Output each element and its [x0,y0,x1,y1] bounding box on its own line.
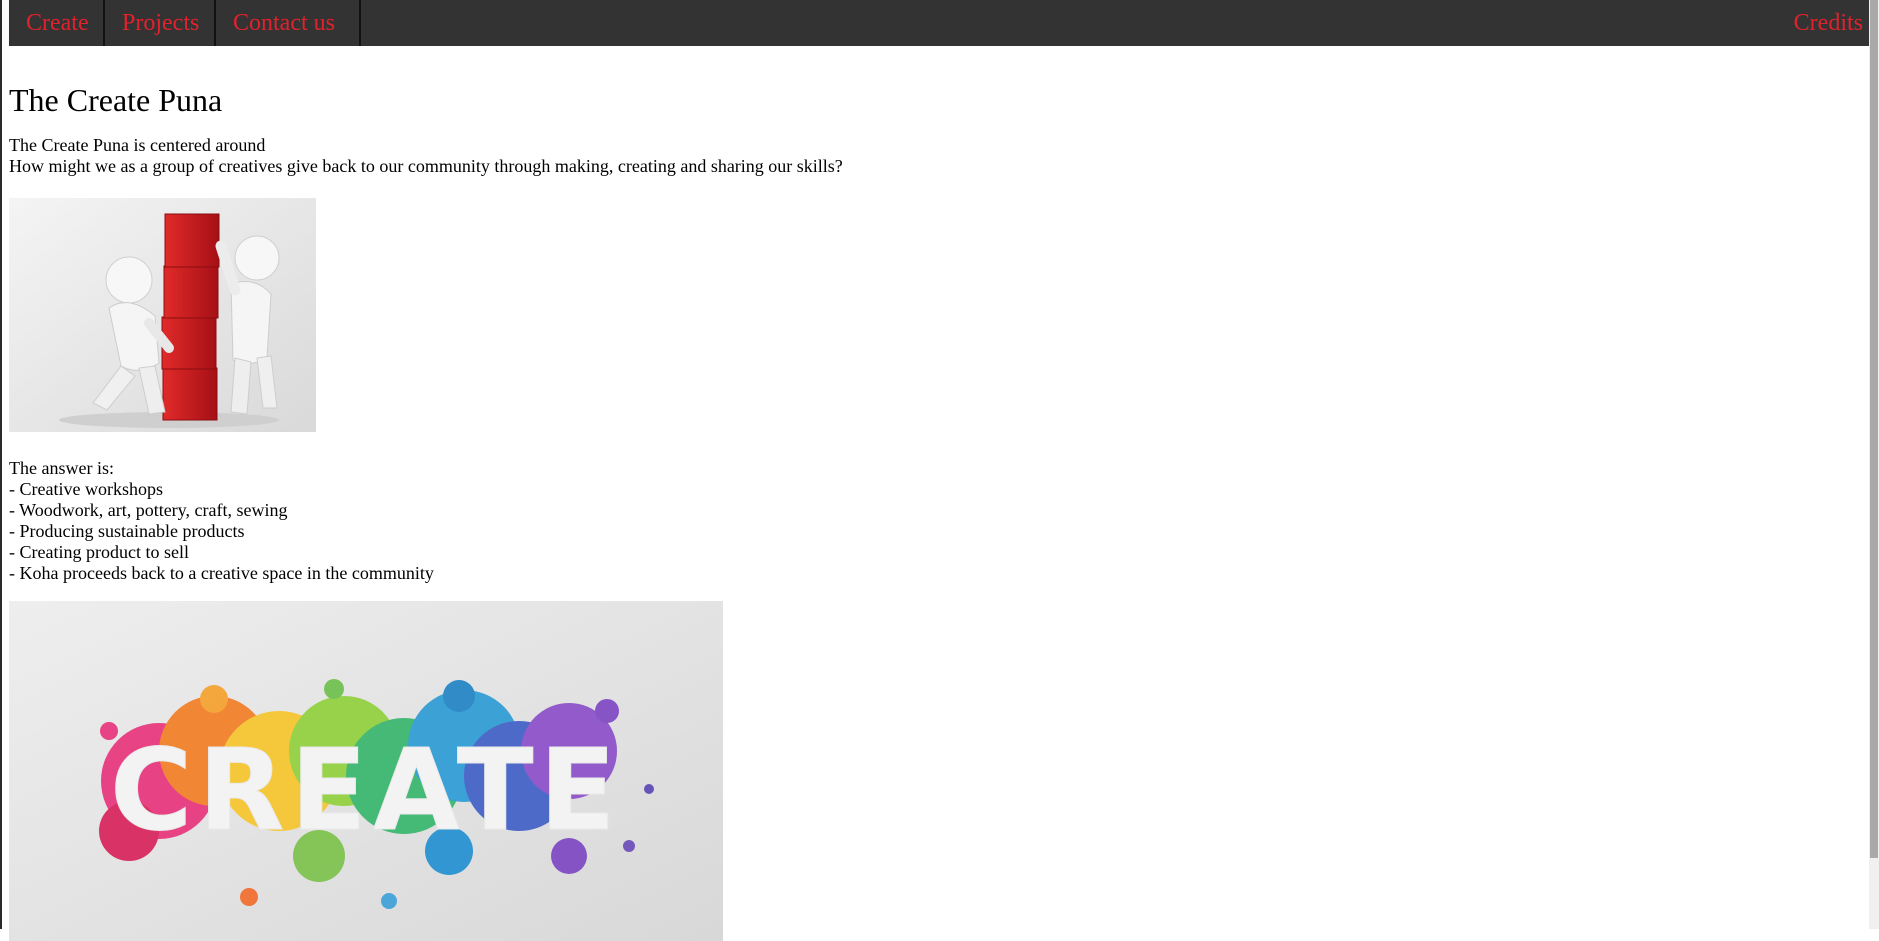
figures-stacking-blocks-image [9,198,316,432]
main-content: The Create Puna The Create Puna is cente… [9,80,1859,941]
vertical-scrollbar[interactable] [1869,0,1879,929]
nav-link-contact-us[interactable]: Contact us [216,0,361,46]
create-word: CREATE [110,726,622,856]
page-title: The Create Puna [9,82,223,118]
answer-heading: The answer is: [9,458,114,478]
answer-item: - Creative workshops [9,479,163,499]
create-paint-splash-image: CREATE [9,601,723,941]
scrollbar-thumb[interactable] [1870,0,1878,858]
answer-item: - Koha proceeds back to a creative space… [9,563,434,583]
nav-link-credits[interactable]: Credits [1777,0,1869,46]
nav-link-projects[interactable]: Projects [105,0,216,46]
top-navbar: Create Projects Contact us Credits [9,0,1869,46]
answer-item: - Producing sustainable products [9,521,245,541]
intro-line-1: The Create Puna is centered around [9,135,266,155]
window-left-border [0,0,2,929]
intro-paragraph: The Create Puna is centered around How m… [9,135,843,177]
answer-item: - Woodwork, art, pottery, craft, sewing [9,500,288,520]
intro-line-2: How might we as a group of creatives giv… [9,156,843,176]
answer-item: - Creating product to sell [9,542,189,562]
nav-link-create[interactable]: Create [9,0,105,46]
answer-list: The answer is: - Creative workshops - Wo… [9,458,434,584]
